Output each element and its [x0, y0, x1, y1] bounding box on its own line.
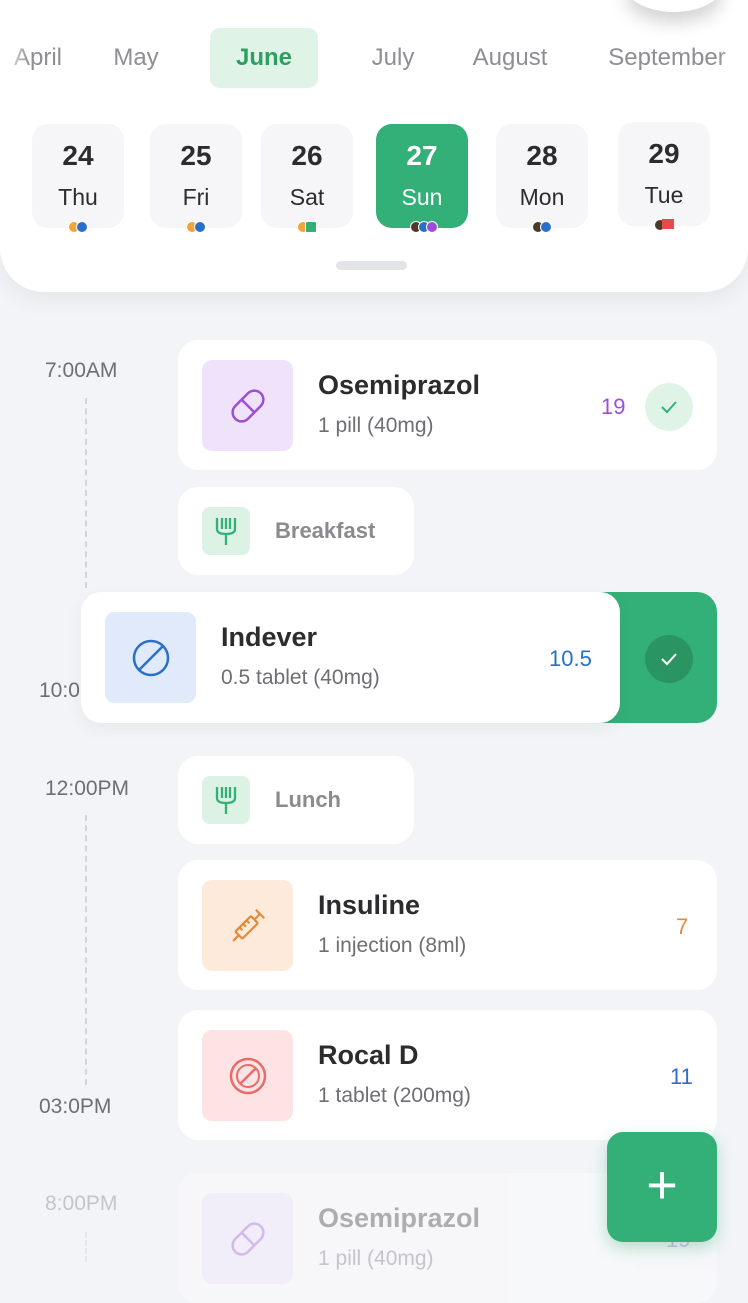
drag-handle[interactable]: [336, 261, 407, 270]
day-27-selected[interactable]: 27 Sun: [376, 124, 468, 228]
med-dose: 1 tablet (200mg): [318, 1084, 471, 1107]
injection-count: 7: [676, 914, 689, 939]
med-name: Rocal D: [318, 1040, 419, 1070]
med-name: Osemiprazol: [318, 1203, 481, 1233]
med-card-indever[interactable]: Indever 0.5 tablet (40mg) 10.5: [81, 592, 620, 723]
month-july[interactable]: July: [366, 28, 420, 88]
month-june[interactable]: June: [210, 28, 318, 88]
med-card-osemiprazol[interactable]: Osemiprazol 1 pill (40mg) 19: [178, 340, 717, 470]
fade-right: [718, 20, 748, 100]
med-card-rocal-d[interactable]: Rocal D 1 tablet (200mg) 11: [178, 1010, 717, 1140]
day-26-indicators: [261, 221, 353, 233]
time-label: 7:00AM: [45, 359, 118, 382]
day-24-indicators: [32, 221, 124, 233]
med-dose: 1 pill (40mg): [318, 1247, 434, 1270]
tablet-count: 11: [670, 1064, 693, 1089]
pill-icon: [202, 1193, 293, 1284]
profile-button-edge[interactable]: [626, 0, 722, 12]
day-weekday: Tue: [644, 182, 684, 208]
med-dose: 0.5 tablet (40mg): [221, 666, 380, 689]
day-number: 29: [648, 138, 680, 169]
month-september[interactable]: September: [604, 28, 730, 88]
time-label: 03:0PM: [39, 1095, 112, 1118]
day-28-indicators: [496, 221, 588, 233]
add-medication-button[interactable]: +: [607, 1132, 717, 1242]
day-weekday: Sat: [289, 184, 325, 210]
meal-label: Lunch: [275, 787, 341, 812]
tablet-icon: [202, 1030, 293, 1121]
med-name: Indever: [221, 622, 318, 652]
plus-icon: +: [646, 1155, 678, 1215]
day-25-indicators: [150, 221, 242, 233]
day-number: 28: [526, 140, 558, 171]
tablet-icon: [105, 612, 196, 703]
time-label: 12:00PM: [45, 777, 130, 800]
day-weekday: Sun: [401, 184, 443, 210]
day-29[interactable]: 29 Tue: [618, 122, 710, 226]
day-weekday: Fri: [182, 184, 210, 210]
month-august[interactable]: August: [466, 28, 554, 88]
day-number: 24: [62, 140, 94, 171]
check-icon[interactable]: [645, 383, 693, 431]
day-weekday: Mon: [519, 184, 565, 210]
fork-icon: [202, 507, 250, 555]
check-icon[interactable]: [645, 635, 693, 683]
day-weekday: Thu: [58, 184, 98, 210]
timeline-line: [85, 398, 87, 588]
tablet-count: 10.5: [549, 646, 592, 671]
med-dose: 1 injection (8ml): [318, 934, 467, 957]
day-26[interactable]: 26 Sat: [261, 124, 353, 228]
injection-icon: [202, 880, 293, 971]
day-number: 27: [406, 140, 438, 171]
pill-icon: [202, 360, 293, 451]
med-dose: 1 pill (40mg): [318, 414, 434, 437]
meal-label: Breakfast: [275, 518, 376, 543]
day-28[interactable]: 28 Mon: [496, 124, 588, 228]
fork-icon: [202, 776, 250, 824]
month-may[interactable]: May: [108, 28, 164, 88]
timeline-line: [85, 1232, 87, 1262]
time-label: 10:0: [39, 679, 80, 702]
fade-left: [0, 20, 30, 100]
meal-card-lunch: Lunch: [178, 756, 414, 844]
med-name: Osemiprazol: [318, 370, 481, 400]
day-29-indicators: [618, 219, 710, 231]
time-label: 8:00PM: [45, 1192, 118, 1215]
day-27-indicators: [376, 221, 472, 233]
med-name: Insuline: [318, 890, 421, 920]
day-25[interactable]: 25 Fri: [150, 124, 242, 228]
calendar-panel: April May June July August September 24 …: [0, 0, 748, 292]
pill-count: 19: [601, 394, 626, 419]
day-number: 26: [291, 140, 323, 171]
day-24[interactable]: 24 Thu: [32, 124, 124, 228]
timeline-line: [85, 815, 87, 1085]
meal-card-breakfast: Breakfast: [178, 487, 414, 575]
med-card-insuline[interactable]: Insuline 1 injection (8ml) 7: [178, 860, 717, 990]
day-number: 25: [180, 140, 212, 171]
